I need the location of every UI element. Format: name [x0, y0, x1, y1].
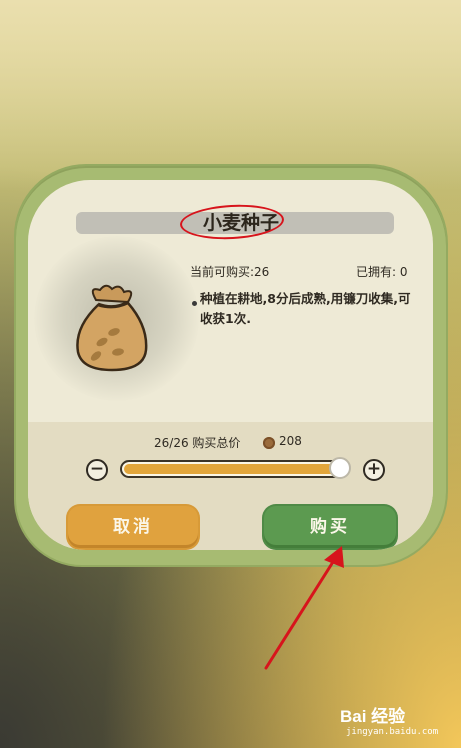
watermark: Bai 经验 jingyan.baidu.com: [340, 702, 460, 742]
total-price: 208: [279, 434, 302, 448]
background-glow: [0, 0, 461, 190]
purchase-dialog: 小麦种子 当前可购买:26 已拥有: 0 种植在耕地,8分后成熟,用镰刀收集,可…: [28, 180, 433, 550]
quantity-slider[interactable]: [120, 460, 346, 478]
watermark-brand: Bai 经验: [340, 707, 406, 726]
slider-fill: [124, 464, 342, 474]
bullet-dot: [192, 301, 197, 306]
cancel-button[interactable]: 取消: [68, 506, 198, 548]
item-description: 种植在耕地,8分后成熟,用镰刀收集,可收获1次.: [200, 291, 411, 326]
seed-bag-icon: [76, 284, 148, 372]
coin-icon: [263, 437, 275, 449]
quantity-price-label: 26/26 购买总价: [154, 436, 241, 450]
watermark-url: jingyan.baidu.com: [346, 727, 439, 737]
available-count: 当前可购买:26: [190, 265, 270, 279]
decrease-button[interactable]: −: [86, 459, 108, 481]
increase-button[interactable]: +: [363, 459, 385, 481]
red-pointer-arrow: [264, 546, 344, 670]
slider-handle[interactable]: [329, 457, 351, 479]
owned-count: 已拥有: 0: [356, 265, 408, 279]
